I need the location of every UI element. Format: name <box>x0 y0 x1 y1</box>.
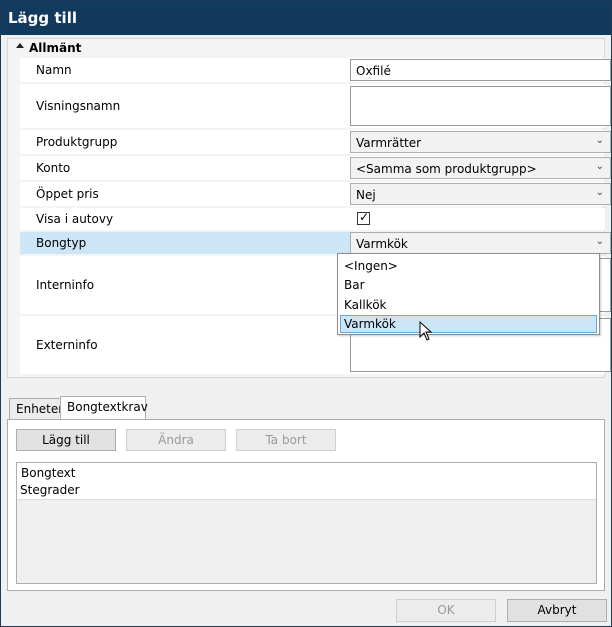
dropdown-option[interactable]: Bar <box>340 276 597 294</box>
konto-value: <Samma som produktgrupp> <box>356 162 537 176</box>
grid-column-header[interactable]: Bongtext <box>17 463 596 482</box>
delete-button[interactable]: Ta bort <box>236 429 336 451</box>
chevron-down-icon[interactable]: ⌄ <box>596 135 604 146</box>
chevron-down-icon[interactable]: ⌄ <box>596 161 604 172</box>
check-icon: ✓ <box>359 210 370 224</box>
property-name: Produktgrupp <box>36 135 118 149</box>
title-bar[interactable]: Lägg till <box>1 1 611 35</box>
dialog-window: Lägg till Allmänt Namn Oxfilé Visningsna… <box>0 0 612 627</box>
window-title: Lägg till <box>8 9 77 27</box>
property-name: Bongtyp <box>36 236 87 250</box>
visa-i-autovy-checkbox[interactable]: ✓ <box>357 210 370 225</box>
property-row-produktgrupp[interactable]: Produktgrupp Varmrätter ⌄ <box>20 130 611 154</box>
tab-panel: Lägg till Ändra Ta bort Bongtext Stegrad… <box>7 419 605 591</box>
property-name: Visningsnamn <box>36 99 121 113</box>
namn-input[interactable]: Oxfilé <box>350 59 611 81</box>
tab-bongtextkrav[interactable]: Bongtextkrav <box>60 396 148 419</box>
chevron-down-icon[interactable]: ⌄ <box>596 236 604 247</box>
namn-value: Oxfilé <box>356 64 391 78</box>
mouse-pointer-icon <box>419 321 433 341</box>
property-name: Öppet pris <box>36 187 99 201</box>
visningsnamn-input[interactable] <box>350 86 611 126</box>
chevron-down-icon[interactable]: ⌄ <box>596 187 604 198</box>
cancel-button[interactable]: Avbryt <box>507 599 607 622</box>
property-name: Externinfo <box>36 338 98 352</box>
category-header[interactable]: Allmänt <box>8 39 604 57</box>
property-name: Namn <box>36 63 72 77</box>
property-name: Visa i autovy <box>36 212 114 226</box>
collapse-triangle-icon[interactable] <box>16 43 24 48</box>
konto-select[interactable]: <Samma som produktgrupp> ⌄ <box>350 157 611 179</box>
ok-button[interactable]: OK <box>396 599 496 622</box>
produktgrupp-value: Varmrätter <box>356 136 422 150</box>
add-button[interactable]: Lägg till <box>16 429 116 451</box>
dropdown-option[interactable]: <Ingen> <box>340 257 597 275</box>
bongtyp-value: Varmkök <box>356 237 408 251</box>
table-row[interactable]: Stegrader <box>17 481 596 500</box>
property-row-visa-i-autovy[interactable]: Visa i autovy ✓ <box>20 208 605 230</box>
bongtext-grid: Bongtext Stegrader <box>16 462 597 584</box>
edit-button[interactable]: Ändra <box>126 429 226 451</box>
property-row-namn[interactable]: Namn Oxfilé <box>20 58 611 82</box>
dropdown-option[interactable]: Kallkök <box>340 296 597 314</box>
bongtyp-select[interactable]: Varmkök ⌄ <box>350 232 611 254</box>
tab-label: Bongtextkrav <box>67 400 148 414</box>
produktgrupp-select[interactable]: Varmrätter ⌄ <box>350 131 611 153</box>
property-name: Konto <box>36 161 71 175</box>
property-row-bongtyp[interactable]: Bongtyp Varmkök ⌄ <box>20 232 611 254</box>
oppet-pris-value: Nej <box>356 188 376 202</box>
property-row-oppet-pris[interactable]: Öppet pris Nej ⌄ <box>20 182 611 206</box>
property-row-visningsnamn[interactable]: Visningsnamn <box>20 84 611 128</box>
property-row-konto[interactable]: Konto <Samma som produktgrupp> ⌄ <box>20 156 611 180</box>
property-name: Interninfo <box>36 278 95 292</box>
oppet-pris-select[interactable]: Nej ⌄ <box>350 183 611 205</box>
tab-label: Enheter <box>16 402 64 416</box>
tab-enheter[interactable]: Enheter <box>9 398 64 419</box>
dropdown-option-highlighted[interactable]: Varmkök <box>340 315 597 333</box>
category-label: Allmänt <box>29 41 82 55</box>
bongtyp-dropdown-list: <Ingen> Bar Kallkök Varmkök <box>337 253 600 335</box>
